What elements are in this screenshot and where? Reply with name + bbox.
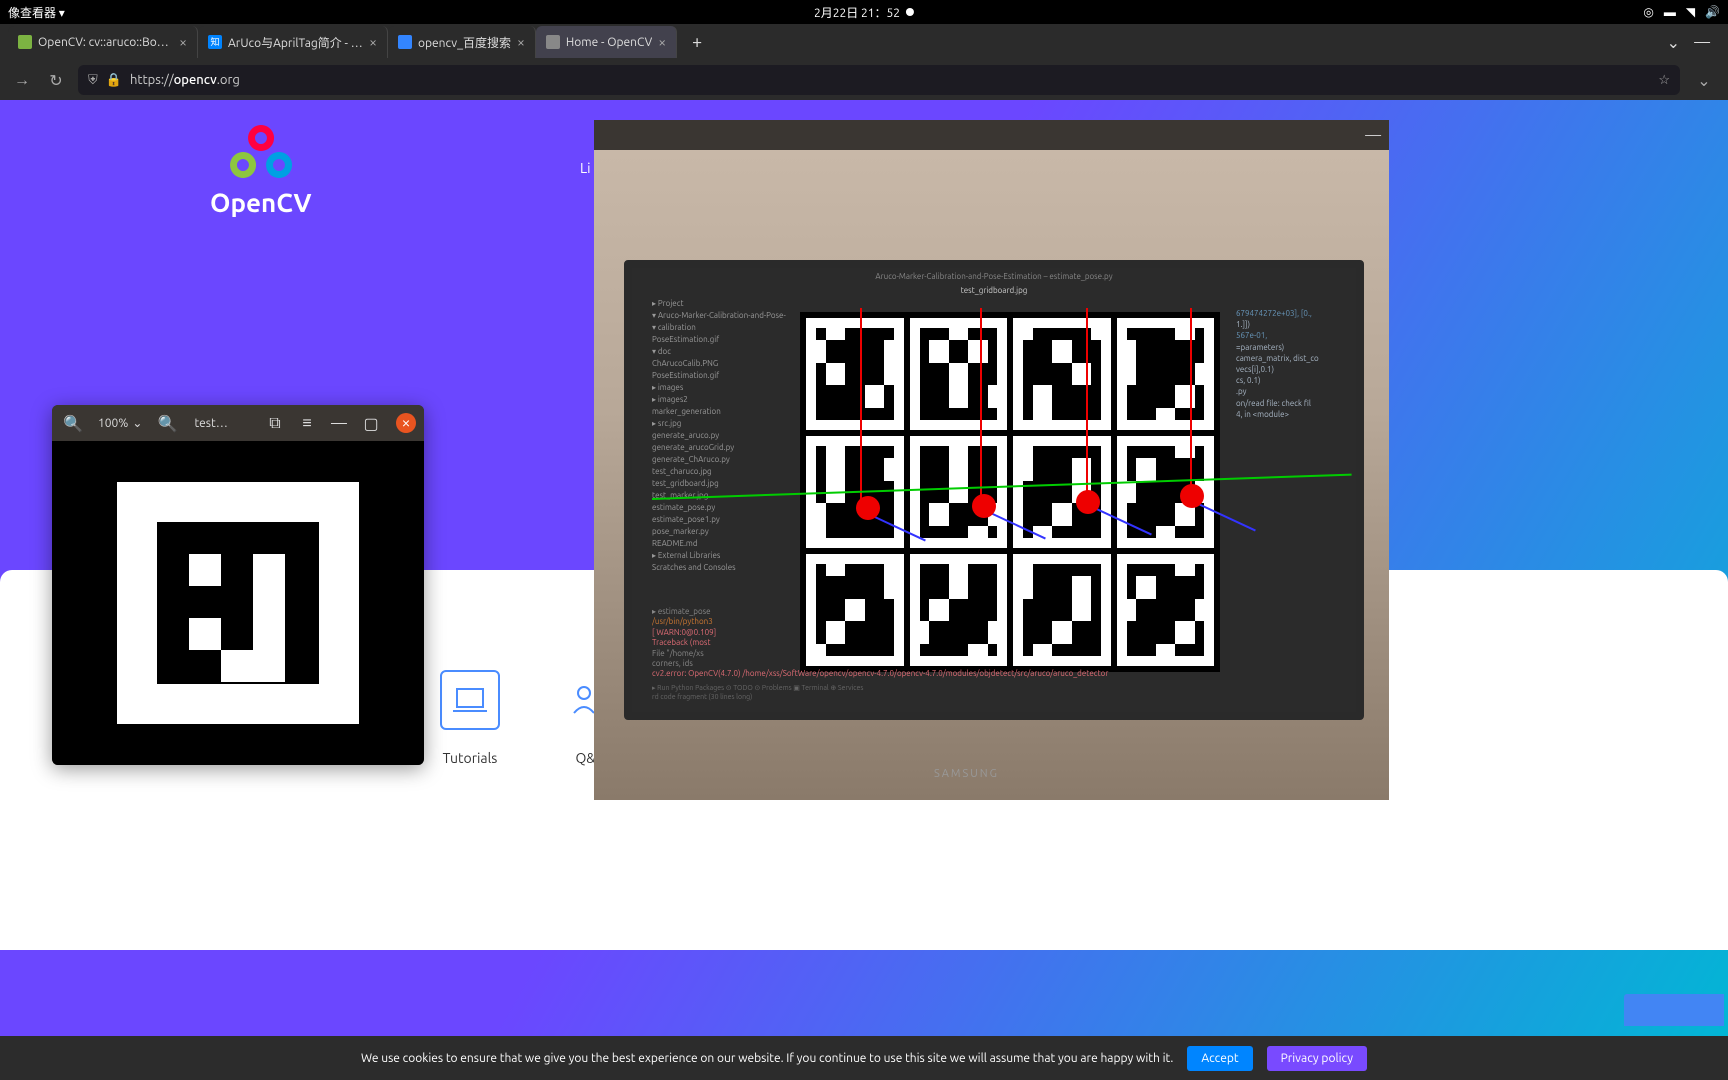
- tab-title: OpenCV: cv::aruco::Board…: [38, 36, 173, 49]
- close-tab-icon[interactable]: ×: [517, 34, 525, 50]
- ide-terminal: ▸ estimate_pose/usr/bin/python3[ WARN:0@…: [652, 607, 1206, 702]
- monitor-brand: SAMSUNG: [934, 768, 999, 780]
- tab-title: ArUco与AprilTag简介 - 知…: [228, 34, 363, 51]
- close-icon[interactable]: ×: [396, 413, 416, 433]
- obs-icon[interactable]: ◎: [1643, 5, 1653, 19]
- pose-origin-dot: [1076, 490, 1100, 514]
- pose-origin-dot: [856, 496, 880, 520]
- image-viewer-window[interactable]: 🔍 100% ⌄ 🔍 test… ⧉ ≡ — ▢ ×: [52, 405, 424, 765]
- browser-chrome: OpenCV: cv::aruco::Board… × 知 ArUco与Apri…: [0, 24, 1728, 100]
- minimize-icon[interactable]: —: [1365, 126, 1381, 144]
- tab-title: Home - OpenCV: [566, 36, 652, 49]
- shield-icon[interactable]: ⛨: [88, 73, 98, 88]
- favicon: 知: [208, 35, 222, 49]
- viewer-toolbar: 🔍 100% ⌄ 🔍 test… ⧉ ≡ — ▢ ×: [52, 405, 424, 441]
- new-tab-button[interactable]: +: [683, 28, 711, 56]
- cookie-text: We use cookies to ensure that we give yo…: [361, 1052, 1173, 1065]
- cookie-accept-button[interactable]: Accept: [1187, 1046, 1252, 1071]
- viewer-filename: test…: [186, 417, 256, 430]
- zoom-in-icon[interactable]: 🔍: [154, 410, 180, 436]
- monitor-in-photo: Aruco-Marker-Calibration-and-Pose-Estima…: [624, 260, 1364, 720]
- forward-button[interactable]: →: [10, 68, 34, 92]
- scroll-to-top-button[interactable]: [1624, 994, 1724, 1026]
- logo-text: OpenCV: [210, 188, 312, 217]
- toolbar: → ↻ ⛨ 🔒 https://opencv.org ☆ ⌄: [0, 60, 1728, 100]
- app-title[interactable]: 像查看器 ▾: [8, 4, 65, 21]
- laptop-icon: [440, 670, 500, 730]
- cookie-privacy-button[interactable]: Privacy policy: [1267, 1046, 1367, 1071]
- tab-title: opencv_百度搜索: [418, 34, 511, 51]
- system-topbar: 像查看器 ▾ 2月22日 21：52 ◎ ▬ ◥ 🔊: [0, 0, 1728, 24]
- pocket-icon[interactable]: ⌄: [1690, 71, 1718, 90]
- favicon: [546, 35, 560, 49]
- volume-icon[interactable]: 🔊: [1705, 5, 1720, 19]
- bookmark-star-icon[interactable]: ☆: [1658, 73, 1670, 88]
- minimize-icon[interactable]: —: [1694, 33, 1710, 51]
- notification-dot: [906, 8, 914, 16]
- maximize-icon[interactable]: ▢: [358, 410, 384, 436]
- ide-code-fragment: 679474272e+03], [0.,1.]])567e-01,=parame…: [1236, 308, 1346, 420]
- pose-axis-z: [1190, 308, 1192, 498]
- photo-titlebar[interactable]: —: [594, 120, 1389, 150]
- pose-origin-dot: [972, 494, 996, 518]
- opencv-logo-icon: [221, 120, 301, 180]
- reload-button[interactable]: ↻: [44, 68, 68, 92]
- photo-window[interactable]: — Aruco-Marker-Calibration-and-Pose-Esti…: [594, 150, 1389, 800]
- feature-label: Tutorials: [440, 750, 500, 766]
- pose-axis-z: [980, 308, 982, 508]
- close-tab-icon[interactable]: ×: [658, 34, 666, 50]
- ide-title: Aruco-Marker-Calibration-and-Pose-Estima…: [875, 272, 1112, 281]
- menu-icon[interactable]: ≡: [294, 410, 320, 436]
- close-tab-icon[interactable]: ×: [369, 34, 377, 50]
- cookie-banner: We use cookies to ensure that we give yo…: [0, 1036, 1728, 1080]
- tab-3[interactable]: Home - OpenCV ×: [536, 26, 677, 58]
- wifi-icon[interactable]: ◥: [1686, 5, 1695, 19]
- tab-1[interactable]: 知 ArUco与AprilTag简介 - 知… ×: [198, 26, 388, 58]
- ide-project-tree: ▸ Project▾ Aruco-Marker-Calibration-and-…: [652, 298, 787, 574]
- dual-pane-icon[interactable]: ⧉: [262, 410, 288, 436]
- close-tab-icon[interactable]: ×: [179, 34, 187, 50]
- tab-0[interactable]: OpenCV: cv::aruco::Board… ×: [8, 26, 198, 58]
- system-clock[interactable]: 2月22日 21：52: [814, 4, 900, 21]
- tabs-dropdown-icon[interactable]: ⌄: [1667, 33, 1680, 52]
- favicon: [398, 35, 412, 49]
- feature-tutorials[interactable]: Tutorials: [440, 670, 500, 766]
- address-bar[interactable]: ⛨ 🔒 https://opencv.org ☆: [78, 65, 1680, 95]
- zoom-level[interactable]: 100% ⌄: [92, 416, 148, 430]
- pose-origin-dot: [1180, 484, 1204, 508]
- aruco-marker: [117, 482, 359, 724]
- url-text: https://opencv.org: [130, 73, 240, 87]
- nav-link-partial[interactable]: Li: [580, 160, 591, 176]
- minimize-icon[interactable]: —: [326, 410, 352, 436]
- ide-screenshot: Aruco-Marker-Calibration-and-Pose-Estima…: [632, 268, 1356, 712]
- viewer-canvas: [52, 441, 424, 765]
- favicon: [18, 35, 32, 49]
- tab-2[interactable]: opencv_百度搜索 ×: [388, 26, 536, 58]
- tab-strip: OpenCV: cv::aruco::Board… × 知 ArUco与Apri…: [0, 24, 1728, 60]
- pose-axis-z: [860, 308, 862, 508]
- opencv-logo[interactable]: OpenCV: [210, 120, 312, 217]
- lock-icon: 🔒: [106, 73, 122, 88]
- pose-axis-z: [1086, 308, 1088, 503]
- zoom-out-icon[interactable]: 🔍: [60, 410, 86, 436]
- battery-icon[interactable]: ▬: [1664, 5, 1676, 19]
- ide-active-tab: test_gridboard.jpg: [961, 286, 1028, 295]
